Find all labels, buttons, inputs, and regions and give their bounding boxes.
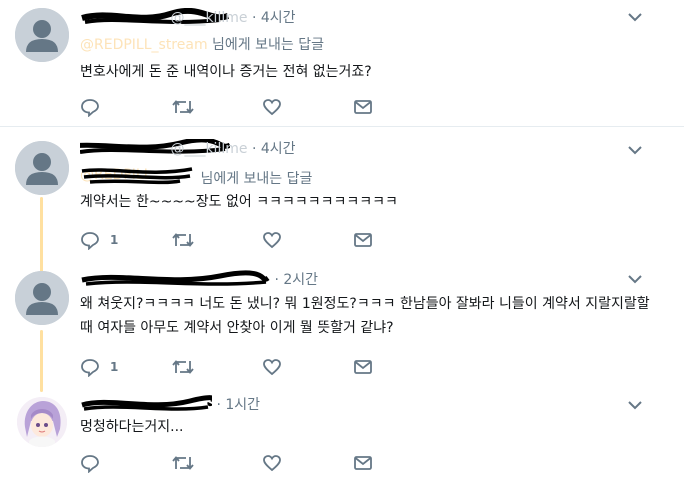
reply-icon xyxy=(81,99,99,117)
retweet-icon xyxy=(172,456,194,470)
timestamp[interactable]: 1시간 xyxy=(225,397,260,413)
like-button[interactable] xyxy=(262,452,282,474)
thread-line xyxy=(40,330,43,392)
default-profile-icon xyxy=(15,8,69,62)
redaction-scribble xyxy=(81,167,193,185)
reply-button[interactable] xyxy=(80,96,110,118)
dm-button[interactable] xyxy=(353,452,373,474)
heart-icon xyxy=(263,455,281,472)
heart-icon xyxy=(263,232,281,249)
envelope-icon xyxy=(354,100,372,114)
default-avatar[interactable] xyxy=(15,8,69,62)
default-avatar[interactable] xyxy=(15,271,69,325)
retweet-button[interactable] xyxy=(172,356,194,378)
dm-button[interactable] xyxy=(353,356,373,378)
reply-count: 1 xyxy=(110,233,119,247)
tweet-text: 계약서는 한~~~~장도 없어 ㅋㅋㅋㅋㅋㅋㅋㅋㅋㅋㅋ xyxy=(80,194,398,210)
default-profile-icon xyxy=(15,271,69,325)
redaction-scribble xyxy=(81,395,212,411)
envelope-icon xyxy=(354,360,372,374)
tweet-text: 멍청하다는거지... xyxy=(80,419,184,435)
chevron-down-icon[interactable] xyxy=(626,270,644,288)
retweet-icon xyxy=(172,100,194,114)
handle[interactable]: @___killme xyxy=(170,10,247,26)
default-profile-icon xyxy=(15,141,69,195)
default-avatar[interactable] xyxy=(15,141,69,195)
redaction-scribble xyxy=(81,270,270,286)
reply-icon xyxy=(81,455,99,473)
dm-button[interactable] xyxy=(353,96,373,118)
like-button[interactable] xyxy=(262,96,282,118)
tweet-1[interactable]: @___killme · 4시간 @REDPILL_stream 님에게 보내는… xyxy=(0,0,684,126)
reply-icon xyxy=(81,359,99,377)
tweet-text: 변호사에게 돈 준 내역이나 증거는 전혀 없는거죠? xyxy=(80,64,372,80)
chevron-down-icon[interactable] xyxy=(626,396,644,414)
heart-icon xyxy=(263,99,281,116)
reply-context: @REDPILL_stream 님에게 보내는 답글 xyxy=(80,34,324,54)
reply-context-label: 님에게 보내는 답글 xyxy=(212,37,324,53)
retweet-icon xyxy=(172,233,194,247)
reply-button[interactable] xyxy=(80,452,110,474)
tweet-2[interactable]: @___killme · 4시간 @REDPILL_ 님에게 보내는 답글 계약… xyxy=(0,127,684,273)
envelope-icon xyxy=(354,456,372,470)
timestamp[interactable]: 4시간 xyxy=(261,10,296,26)
like-button[interactable] xyxy=(262,356,282,378)
envelope-icon xyxy=(354,233,372,247)
retweet-icon xyxy=(172,360,194,374)
heart-icon xyxy=(263,359,281,376)
timestamp[interactable]: 2시간 xyxy=(283,272,318,288)
reply-count: 1 xyxy=(110,360,119,374)
tweet-header: @___killme · 4시간 xyxy=(80,138,296,159)
retweet-button[interactable] xyxy=(172,96,194,118)
user-avatar[interactable] xyxy=(17,397,67,447)
reply-button[interactable]: 1 xyxy=(80,356,118,378)
tweet-header: · 1시간 xyxy=(80,394,260,415)
tweet-text: 왜 쳐웃지?ㅋㅋㅋㅋ 너도 돈 냈니? 뭐 1원정도?ㅋㅋㅋ 한남들아 잘봐라 … xyxy=(80,296,650,336)
reply-button[interactable]: 1 xyxy=(80,229,118,251)
tweet-3[interactable]: · 2시간 왜 쳐웃지?ㅋㅋㅋㅋ 너도 돈 냈니? 뭐 1원정도?ㅋㅋㅋ 한남들… xyxy=(0,260,684,392)
reply-icon xyxy=(81,232,99,250)
handle[interactable]: @___killme xyxy=(170,141,247,157)
reply-context: @REDPILL_ 님에게 보내는 답글 xyxy=(80,167,312,188)
like-button[interactable] xyxy=(262,229,282,251)
reply-context-label: 님에게 보내는 답글 xyxy=(200,171,313,187)
tweet-header: @___killme · 4시간 xyxy=(80,7,296,28)
tweet-4[interactable]: · 1시간 멍청하다는거지... xyxy=(0,388,684,477)
retweet-button[interactable] xyxy=(172,452,194,474)
chevron-down-icon[interactable] xyxy=(626,141,644,159)
tweet-header: · 2시간 xyxy=(80,269,318,290)
anime-avatar-icon xyxy=(17,397,67,447)
dm-button[interactable] xyxy=(353,229,373,251)
chevron-down-icon[interactable] xyxy=(626,8,644,26)
reply-to-link[interactable]: @REDPILL_stream xyxy=(80,37,208,53)
retweet-button[interactable] xyxy=(172,229,194,251)
timestamp[interactable]: 4시간 xyxy=(261,141,296,157)
